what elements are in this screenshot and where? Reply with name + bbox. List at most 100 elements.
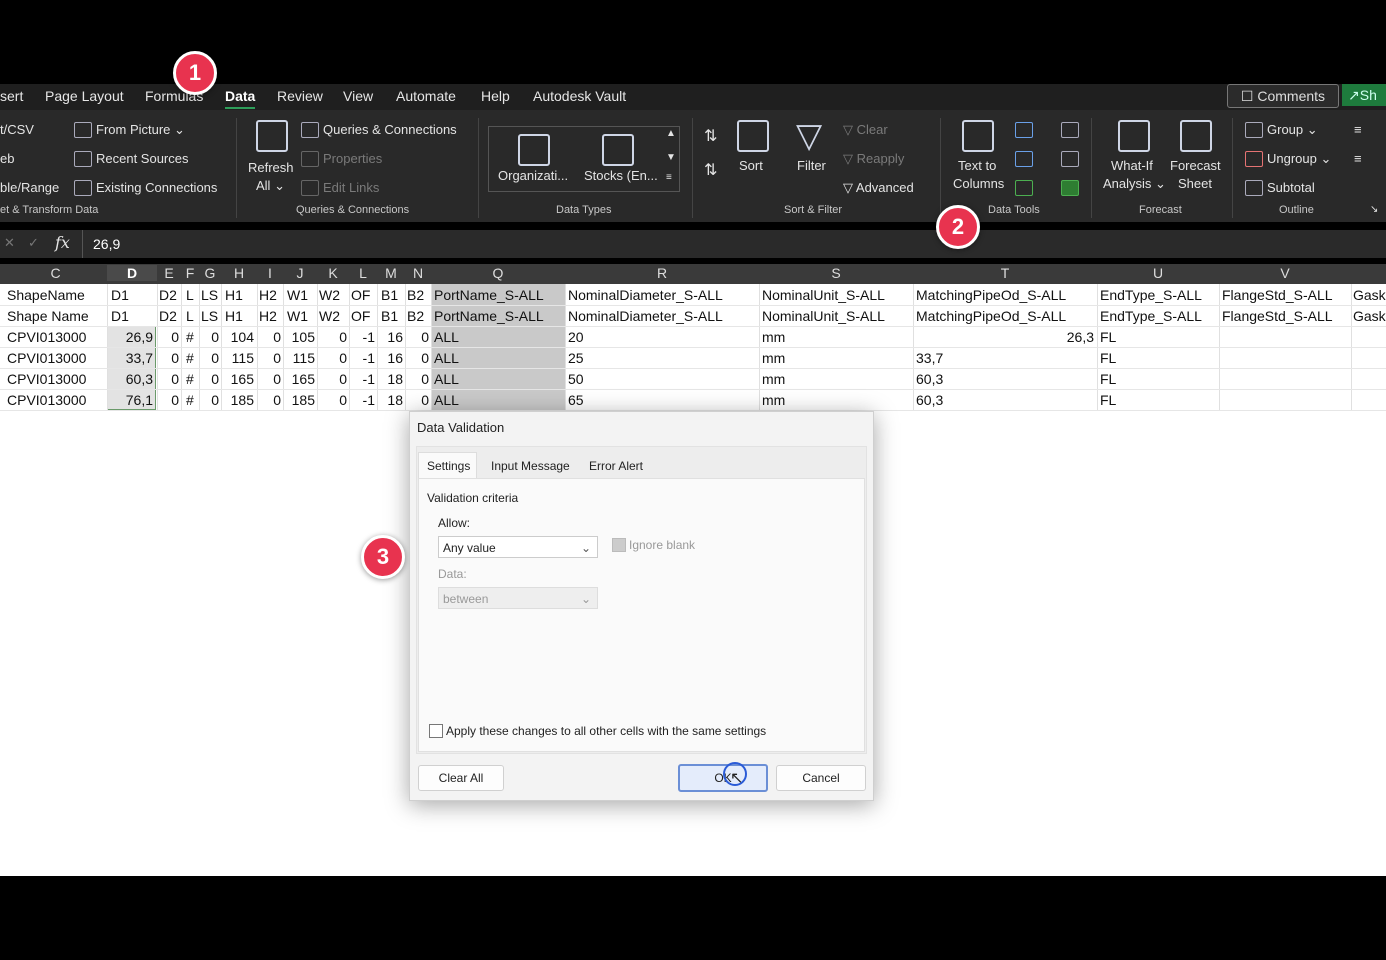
cell-v1[interactable]: FlangeStd_S-ALL <box>1222 287 1333 303</box>
cell-f4[interactable]: # <box>186 350 194 366</box>
cell-d6[interactable]: 76,1 <box>107 392 153 408</box>
cell-w1[interactable]: Gask <box>1353 287 1386 303</box>
cell-c1[interactable]: ShapeName <box>7 287 85 303</box>
cell-u3[interactable]: FL <box>1100 329 1116 345</box>
remove-duplicates-icon[interactable] <box>1015 151 1033 167</box>
cell-q5[interactable]: ALL <box>434 371 459 387</box>
sort-az-icon[interactable]: ⇅ <box>704 126 717 146</box>
cell-l3[interactable]: -1 <box>349 329 375 345</box>
cell-e5[interactable]: 0 <box>157 371 179 387</box>
cell-d3[interactable]: 26,9 <box>107 329 153 345</box>
existing-connections-button[interactable]: Existing Connections <box>96 180 217 195</box>
column-header-u[interactable]: U <box>1097 265 1219 281</box>
cell-f3[interactable]: # <box>186 329 194 345</box>
cell-h4[interactable]: 115 <box>221 350 254 366</box>
cell-t5[interactable]: 60,3 <box>916 371 943 387</box>
cell-i4[interactable]: 0 <box>257 350 281 366</box>
tab-view[interactable]: View <box>343 88 373 104</box>
cell-u5[interactable]: FL <box>1100 371 1116 387</box>
what-if-dropdown[interactable]: Analysis ⌄ <box>1103 176 1166 192</box>
ungroup-button[interactable]: Ungroup ⌄ <box>1267 151 1331 167</box>
column-header-v[interactable]: V <box>1219 265 1351 281</box>
recent-sources-button[interactable]: Recent Sources <box>96 151 189 166</box>
clear-button[interactable]: ▽ Clear <box>843 122 888 138</box>
cell-l1[interactable]: OF <box>351 287 370 303</box>
column-header-j[interactable]: J <box>283 265 317 281</box>
cell-f5[interactable]: # <box>186 371 194 387</box>
cancel-button[interactable]: Cancel <box>776 765 866 791</box>
data-model-icon[interactable] <box>1061 180 1079 196</box>
cell-r1[interactable]: NominalDiameter_S-ALL <box>568 287 723 303</box>
cell-j3[interactable]: 105 <box>283 329 315 345</box>
tab-data[interactable]: Data <box>225 88 256 109</box>
cell-u6[interactable]: FL <box>1100 392 1116 408</box>
cell-t1[interactable]: MatchingPipeOd_S-ALL <box>916 287 1066 303</box>
cell-f2[interactable]: L <box>186 308 194 324</box>
cell-q4[interactable]: ALL <box>434 350 459 366</box>
cell-h1[interactable]: H1 <box>225 287 243 303</box>
sort-button[interactable]: Sort <box>739 158 763 173</box>
cell-m6[interactable]: 18 <box>377 392 403 408</box>
comments-button[interactable]: ☐ Comments <box>1227 84 1339 108</box>
column-header-h[interactable]: H <box>221 265 257 281</box>
flash-fill-icon[interactable] <box>1015 122 1033 138</box>
tab-page-layout[interactable]: Page Layout <box>45 88 124 104</box>
clear-all-button[interactable]: Clear All <box>418 765 504 791</box>
cell-q3[interactable]: ALL <box>434 329 459 345</box>
cell-k2[interactable]: W2 <box>319 308 340 324</box>
cell-g1[interactable]: LS <box>201 287 218 303</box>
column-header-k[interactable]: K <box>317 265 349 281</box>
column-header-l[interactable]: L <box>349 265 377 281</box>
cell-i2[interactable]: H2 <box>259 308 277 324</box>
consolidate-icon[interactable] <box>1061 122 1079 138</box>
cell-h3[interactable]: 104 <box>221 329 254 345</box>
allow-select[interactable]: Any value ⌄ <box>438 536 598 558</box>
cell-n6[interactable]: 0 <box>405 392 429 408</box>
enter-formula-icon[interactable]: ✓ <box>28 235 39 251</box>
cell-n3[interactable]: 0 <box>405 329 429 345</box>
cell-j5[interactable]: 165 <box>283 371 315 387</box>
cell-s3[interactable]: mm <box>762 329 785 345</box>
refresh-all-button[interactable]: Refresh <box>248 160 294 175</box>
cell-i3[interactable]: 0 <box>257 329 281 345</box>
cell-c4[interactable]: CPVI013000 <box>7 350 86 366</box>
data-validation-icon[interactable] <box>1015 180 1033 196</box>
cell-f1[interactable]: L <box>186 287 194 303</box>
column-header-d[interactable]: D <box>107 265 157 281</box>
cell-h5[interactable]: 165 <box>221 371 254 387</box>
cell-u1[interactable]: EndType_S-ALL <box>1100 287 1202 303</box>
cell-k3[interactable]: 0 <box>317 329 347 345</box>
organization-data-type[interactable]: Organizati... <box>498 168 568 183</box>
cell-e2[interactable]: D2 <box>159 308 177 324</box>
column-header-i[interactable]: I <box>257 265 283 281</box>
cell-f6[interactable]: # <box>186 392 194 408</box>
filter-button[interactable]: Filter <box>797 158 826 173</box>
what-if-button[interactable]: What-If <box>1111 158 1153 173</box>
column-header-m[interactable]: M <box>377 265 405 281</box>
cell-k1[interactable]: W2 <box>319 287 340 303</box>
stocks-data-type[interactable]: Stocks (En... <box>584 168 658 183</box>
tab-review[interactable]: Review <box>277 88 323 104</box>
show-detail-icon[interactable]: ≡ <box>1354 122 1362 137</box>
dialog-launcher-icon[interactable]: ↘ <box>1370 204 1378 215</box>
cell-d1[interactable]: D1 <box>111 287 129 303</box>
tab-input-message[interactable]: Input Message <box>491 459 570 473</box>
cell-u2[interactable]: EndType_S-ALL <box>1100 308 1202 324</box>
cell-k4[interactable]: 0 <box>317 350 347 366</box>
cell-l2[interactable]: OF <box>351 308 370 324</box>
cell-g5[interactable]: 0 <box>199 371 219 387</box>
cell-n2[interactable]: B2 <box>407 308 424 324</box>
from-picture-button[interactable]: From Picture ⌄ <box>96 122 185 138</box>
cell-i6[interactable]: 0 <box>257 392 281 408</box>
cell-s6[interactable]: mm <box>762 392 785 408</box>
cell-n1[interactable]: B2 <box>407 287 424 303</box>
cell-m2[interactable]: B1 <box>381 308 398 324</box>
cell-s1[interactable]: NominalUnit_S-ALL <box>762 287 885 303</box>
from-table-button[interactable]: ble/Range <box>0 180 59 195</box>
column-header-q[interactable]: Q <box>431 265 565 281</box>
tab-insert[interactable]: sert <box>0 88 23 104</box>
column-header-e[interactable]: E <box>157 265 181 281</box>
cell-j4[interactable]: 115 <box>283 350 315 366</box>
cancel-formula-icon[interactable]: ✕ <box>4 235 15 251</box>
gallery-more-icon[interactable]: ≡ <box>666 172 672 183</box>
